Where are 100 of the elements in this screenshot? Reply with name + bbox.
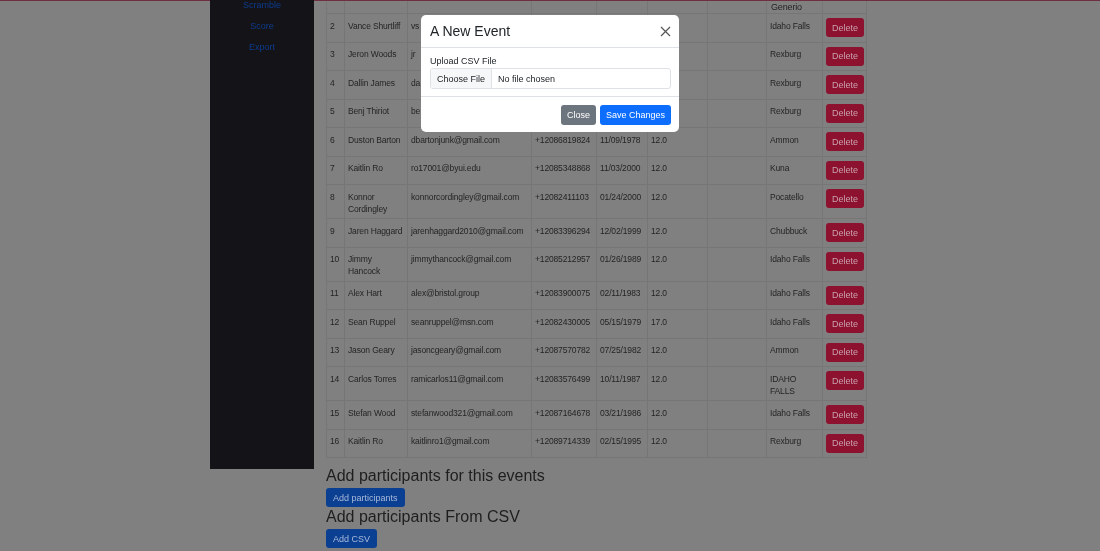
row-number: 6	[326, 127, 345, 156]
phone-cell: +12085212957	[531, 247, 597, 281]
delete-button[interactable]: Delete	[826, 160, 864, 180]
table-cell: 12.0	[647, 366, 708, 401]
phone-cell: +12085348868	[531, 156, 597, 185]
name-cell: Jimmy Hancock	[344, 247, 408, 281]
date-cell: 05/15/1979	[596, 309, 648, 338]
date-cell: 10/11/1987	[596, 366, 648, 401]
choose-file-button[interactable]: Choose File	[431, 69, 493, 88]
close-icon[interactable]	[660, 25, 671, 37]
name-cell: Konnor Cordingley	[344, 184, 408, 219]
name-cell: Jeron Woods	[344, 42, 408, 71]
save-button[interactable]: Save Changes	[599, 105, 671, 125]
delete-button[interactable]: Delete	[826, 75, 864, 94]
close-button[interactable]: Close	[560, 105, 596, 125]
city-cell: Chubbuck	[766, 218, 823, 247]
name-cell: Jason Geary	[344, 338, 408, 367]
section-heading: Add participants for this events	[326, 467, 546, 485]
name-cell: Benj Thiriot	[344, 99, 408, 128]
city-cell: IDAHO FALLS	[766, 366, 823, 401]
city-cell: Idaho Falls	[766, 281, 823, 310]
email-cell: konnorcordingley@gmail.com	[407, 184, 532, 219]
delete-button[interactable]: Delete	[826, 189, 864, 208]
row-number: 8	[326, 184, 345, 219]
table-cell: 12.0	[647, 338, 708, 367]
city-cell: Idaho Falls	[766, 247, 823, 281]
delete-button[interactable]: Delete	[826, 285, 864, 305]
row-number: 15	[326, 400, 345, 429]
name-cell: Kaitlin Ro	[344, 156, 408, 185]
name-cell: Duston Barton	[344, 127, 408, 156]
date-cell: 07/25/1982	[596, 338, 648, 367]
phone-cell: +12087570782	[531, 338, 597, 367]
name-cell: Kaitlin Ro	[344, 429, 408, 458]
city-cell: Ammon	[766, 338, 823, 367]
phone-cell: +12083900075	[531, 281, 597, 310]
section-heading: Add participants From CSV	[326, 508, 521, 526]
row-number: 7	[326, 156, 345, 185]
email-cell: jasoncgeary@gmail.com	[407, 338, 532, 367]
city-cell: Rexburg	[766, 429, 823, 458]
delete-button[interactable]: Delete	[826, 46, 864, 66]
name-cell: Alex Hart	[344, 281, 408, 310]
delete-button[interactable]: Delete	[826, 433, 864, 453]
date-cell: 02/15/1995	[596, 429, 648, 458]
email-cell: seanruppel@msn.com	[407, 309, 532, 338]
city-cell: Idaho Falls	[766, 400, 823, 429]
name-cell: Carlos Torres	[344, 366, 408, 401]
phone-cell: +12083396294	[531, 218, 597, 247]
email-cell: jarenhaggard2010@gmail.com	[407, 218, 532, 247]
email-cell: ramicarlos11@gmail.com	[407, 366, 532, 401]
table-cell: 12.0	[647, 218, 708, 247]
add-button[interactable]: Add CSV	[326, 529, 378, 548]
file-input[interactable]: Choose File No file chosen	[430, 68, 671, 89]
table-cell: 12.0	[647, 429, 708, 458]
email-cell: stefanwood321@gmail.com	[407, 400, 532, 429]
delete-button[interactable]: Delete	[826, 314, 864, 333]
table-cell: 12.0	[647, 184, 708, 219]
date-cell: 12/02/1999	[596, 218, 648, 247]
date-cell: 11/03/2000	[596, 156, 648, 185]
row-number: 5	[326, 99, 345, 128]
phone-cell: +12082411103	[531, 184, 597, 219]
phone-cell: +12087164678	[531, 400, 597, 429]
name-cell: Jaren Haggard	[344, 218, 408, 247]
row-number: 2	[326, 13, 345, 42]
table-cell: 12.0	[647, 247, 708, 281]
phone-cell: +12089714339	[531, 429, 597, 458]
add-button[interactable]: Add participants	[326, 488, 405, 507]
table-cell: 12.0	[647, 400, 708, 429]
city-cell: Rexburg	[766, 70, 823, 99]
modal-title: A New Event	[430, 23, 511, 39]
row-number: 10	[326, 247, 345, 281]
phone-cell: +12083576499	[531, 366, 597, 401]
email-cell: jimmythancock@gmail.com	[407, 247, 532, 281]
row-number: 3	[326, 42, 345, 71]
row-number: 13	[326, 338, 345, 367]
date-cell: 01/26/1989	[596, 247, 648, 281]
city-cell: Ammon	[766, 127, 823, 156]
date-cell: 03/21/1986	[596, 400, 648, 429]
phone-cell: +12082430005	[531, 309, 597, 338]
delete-button[interactable]: Delete	[826, 342, 864, 362]
city-cell: Rexburg	[766, 99, 823, 128]
city-cell: Rexburg	[766, 42, 823, 71]
table-cell: 17.0	[647, 309, 708, 338]
city-cell: Generio	[766, 1, 823, 14]
name-cell: Stefan Wood	[344, 400, 408, 429]
row-number: 9	[326, 218, 345, 247]
email-cell: ro17001@byui.edu	[407, 156, 532, 185]
delete-button[interactable]: Delete	[826, 251, 864, 271]
delete-button[interactable]: Delete	[826, 405, 864, 424]
date-cell: 01/24/2000	[596, 184, 648, 219]
email-cell: alex@bristol.group	[407, 281, 532, 310]
delete-button[interactable]: Delete	[826, 103, 864, 123]
row-number: 4	[326, 70, 345, 99]
email-cell: kaitlinro1@gmail.com	[407, 429, 532, 458]
delete-button[interactable]: Delete	[826, 371, 864, 390]
delete-button[interactable]: Delete	[826, 132, 864, 151]
field-label: Upload CSV File	[430, 56, 498, 66]
delete-button[interactable]: Delete	[826, 223, 864, 242]
city-cell: Pocatello	[766, 184, 823, 219]
name-cell: Sean Ruppel	[344, 309, 408, 338]
delete-button[interactable]: Delete	[826, 18, 864, 37]
